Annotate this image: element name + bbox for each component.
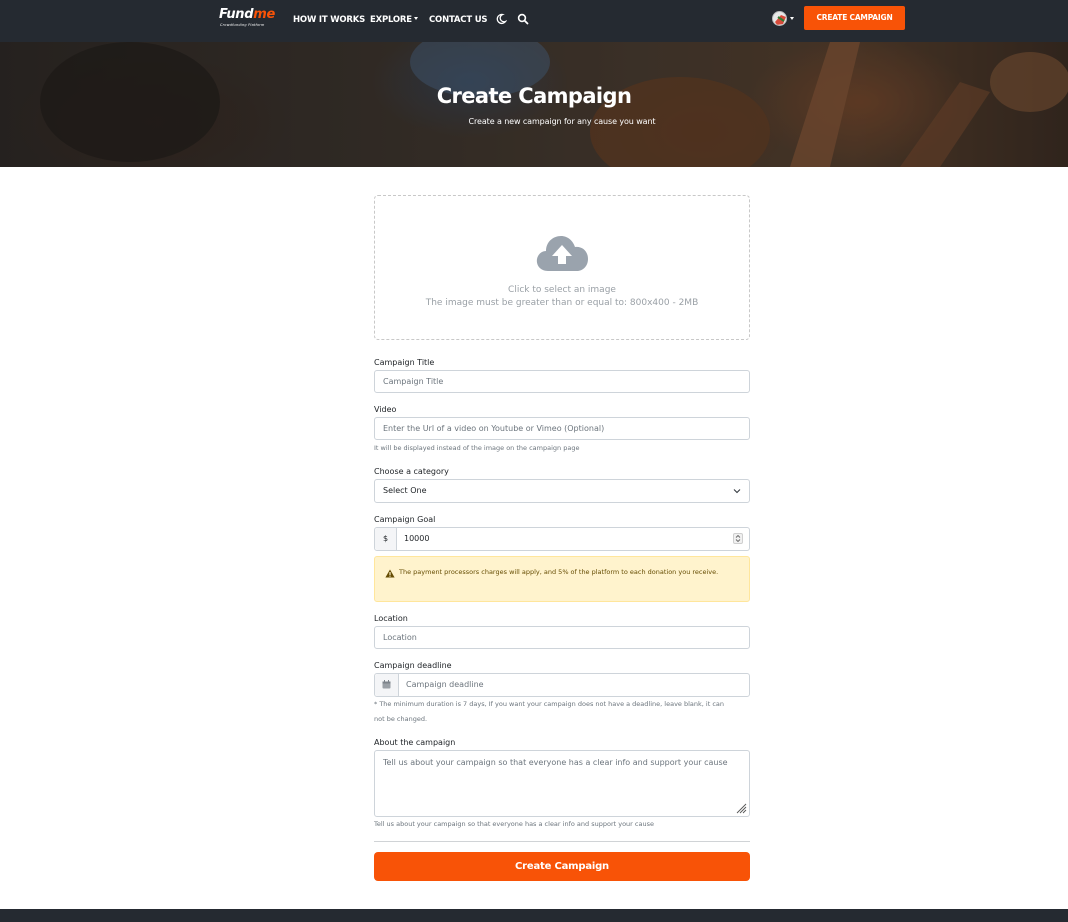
location-input[interactable]: Location [374, 626, 750, 649]
category-selected-value: Select One [383, 486, 427, 495]
logo-wordmark: Fundme [219, 7, 276, 22]
upload-line-2: The image must be greater than or equal … [425, 297, 699, 308]
number-spinner[interactable] [733, 533, 743, 544]
video-label: Video [374, 405, 397, 414]
chevron-down-icon [733, 489, 741, 494]
currency-addon: $ [375, 528, 397, 550]
navbar: Fundme Crowdfunding Platform HOW IT WORK… [0, 0, 1068, 42]
create-campaign-nav-button[interactable]: CREATE CAMPAIGN [804, 6, 905, 30]
category-label: Choose a category [374, 467, 449, 476]
page-subtitle: Create a new campaign for any cause you … [468, 117, 656, 126]
about-textarea[interactable]: Tell us about your campaign so that ever… [374, 750, 750, 817]
campaign-goal-label: Campaign Goal [374, 515, 436, 524]
deadline-help-line-2: not be changed. [374, 715, 428, 723]
chevron-down-icon [790, 17, 794, 20]
category-select[interactable]: Select One [374, 479, 750, 503]
campaign-goal-input[interactable]: 10000 [404, 528, 429, 550]
deadline-help-line-1: * The minimum duration is 7 days, If you… [374, 700, 725, 708]
about-help-text: Tell us about your campaign so that ever… [374, 820, 654, 828]
campaign-title-label: Campaign Title [374, 358, 435, 367]
footer [0, 909, 1068, 922]
deadline-label: Campaign deadline [374, 661, 452, 670]
upload-line-1: Click to select an image [508, 285, 616, 295]
platform-fee-alert: The payment processors charges will appl… [374, 556, 750, 602]
language-selector[interactable] [772, 11, 798, 27]
globe-icon [772, 11, 787, 26]
resize-handle-icon[interactable] [736, 803, 747, 814]
hero-banner: Create Campaign Create a new campaign fo… [0, 42, 1068, 167]
search-icon[interactable] [517, 13, 529, 25]
nav-explore-label: EXPLORE [370, 15, 412, 25]
logo-tagline: Crowdfunding Platform [220, 23, 265, 27]
nav-explore[interactable]: EXPLORE [370, 13, 418, 27]
video-url-input[interactable]: Enter the Url of a video on Youtube or V… [374, 417, 750, 440]
logo[interactable]: Fundme Crowdfunding Platform [219, 7, 281, 31]
deadline-input[interactable]: Campaign deadline [406, 674, 484, 696]
video-help-text: It will be displayed instead of the imag… [374, 444, 580, 452]
nav-contact-us[interactable]: CONTACT US [429, 13, 488, 27]
cloud-upload-icon [536, 236, 588, 271]
alert-message: The payment processors charges will appl… [399, 568, 719, 576]
deadline-group: Campaign deadline [374, 673, 750, 697]
calendar-icon [382, 680, 391, 689]
moon-icon[interactable] [495, 13, 507, 25]
about-placeholder: Tell us about your campaign so that ever… [383, 758, 728, 767]
campaign-goal-group: $ 10000 [374, 527, 750, 551]
upload-instructions: Click to select an image The image must … [375, 284, 749, 309]
divider [374, 841, 750, 842]
campaign-title-input[interactable]: Campaign Title [374, 370, 750, 393]
page-title: Create Campaign [436, 84, 632, 108]
image-upload-dropzone[interactable]: Click to select an image The image must … [374, 195, 750, 340]
about-label: About the campaign [374, 738, 456, 747]
create-campaign-submit-button[interactable]: Create Campaign [374, 852, 750, 881]
deadline-addon [375, 674, 399, 696]
nav-how-it-works[interactable]: HOW IT WORKS [293, 13, 365, 27]
chevron-down-icon [413, 17, 418, 20]
location-label: Location [374, 614, 408, 623]
